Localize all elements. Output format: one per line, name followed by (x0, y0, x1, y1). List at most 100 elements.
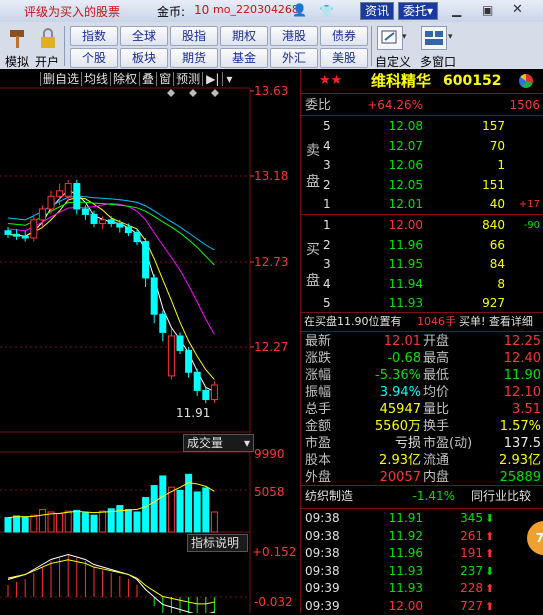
tab-hk[interactable]: 港股 (270, 26, 318, 46)
sell-level-row[interactable]: 1 12.01 40 +17 (301, 195, 543, 214)
multi-window-icon[interactable] (421, 26, 447, 50)
stat-value: -5.36% (375, 368, 421, 383)
marker-diamond (211, 89, 219, 97)
custom-icon[interactable] (377, 26, 403, 50)
stat-label: 总手 (305, 402, 332, 417)
buy-level-row[interactable]: 3 11.95 84 (301, 255, 543, 274)
candle-body (4, 230, 12, 235)
tick-volume: 191 (460, 546, 483, 560)
level-number: 2 (323, 177, 331, 192)
stat-value: 3.51 (512, 402, 541, 417)
sell-level-row[interactable]: 4 12.07 70 (301, 137, 543, 156)
buy-price: 12.00 (388, 218, 423, 232)
arrow-up-icon: ⬆ (485, 529, 495, 543)
tab-forex[interactable]: 外汇 (270, 48, 318, 68)
rating-link[interactable]: 评级为买入的股票 (24, 3, 120, 20)
candle-body (30, 219, 38, 239)
multi-window-label[interactable]: 多窗口 (420, 53, 456, 70)
sell-change: +17 (518, 199, 540, 210)
tab-funds[interactable]: 基金 (220, 48, 268, 68)
stat-label: 均价 (423, 385, 450, 400)
indicator-help-button[interactable]: 指标说明 (187, 534, 248, 552)
maximize-icon[interactable]: ▣ (482, 3, 493, 17)
tick-price: 11.92 (388, 528, 423, 543)
sector-compare-link[interactable]: 同行业比较 (471, 487, 531, 506)
stat-label: 股本 (305, 453, 332, 468)
tick-time: 09:38 (305, 546, 340, 560)
tick-volume: 345 (460, 511, 483, 525)
buy-level-row[interactable]: 4 11.94 8 (301, 275, 543, 294)
close-icon[interactable]: ✕ (512, 2, 523, 17)
tab-stocks[interactable]: 个股 (70, 48, 118, 68)
candle-body (13, 233, 21, 237)
macd-tick: -0.032 (254, 595, 293, 609)
level-number: 3 (323, 158, 331, 172)
sell-volume: 151 (482, 177, 505, 192)
sell-level-row[interactable]: 3 12.06 1 (301, 156, 543, 175)
tab-bonds[interactable]: 债券 (320, 26, 368, 46)
hammer-icon[interactable] (6, 26, 30, 50)
buy-level-row[interactable]: 5 11.93 927 (301, 294, 543, 313)
sell-level-row[interactable]: 2 12.05 151 (301, 176, 543, 195)
sector-name[interactable]: 纺织制造 (305, 487, 353, 506)
candle-body (116, 222, 124, 228)
candle-body (210, 384, 218, 400)
delegate-button[interactable]: 委托▾ (398, 2, 439, 20)
stat-label: 最低 (423, 368, 450, 383)
tick-volume: 727 (460, 598, 483, 613)
volume-selector[interactable]: 成交量 ▾ (183, 434, 254, 452)
open-account-label[interactable]: 开户 (35, 53, 59, 70)
tab-stock-index[interactable]: 股指 (170, 26, 218, 46)
stat-value: 12.40 (503, 351, 541, 366)
sector-row[interactable]: 纺织制造 -1.41% 同行业比较 (301, 487, 543, 506)
volume-bar (167, 486, 175, 533)
minimize-icon[interactable]: ▁ (452, 3, 461, 17)
pie-chart-icon[interactable] (519, 74, 533, 88)
stat-value: 1.57% (499, 419, 541, 434)
order-notice[interactable]: 在买盘11.90位置有 1046手 买单! 查看详细 (301, 313, 543, 331)
tab-us[interactable]: 美股 (320, 48, 368, 68)
tab-futures[interactable]: 期货 (170, 48, 218, 68)
tick-time: 09:38 (305, 563, 340, 578)
tab-global[interactable]: 全球 (120, 26, 168, 46)
tab-index[interactable]: 指数 (70, 26, 118, 46)
chart-pane[interactable]: 删自选 均线 除权叠窗预测 ▶| ▾ 13.63 13.18 12.73 12.27 1… (0, 69, 300, 613)
stat-label: 换手 (423, 419, 450, 434)
stat-value: 45947 (379, 402, 421, 417)
volume-bar (90, 514, 98, 533)
lock-icon[interactable] (36, 26, 60, 50)
volume-bar (124, 509, 132, 533)
custom-label[interactable]: 自定义 (375, 53, 411, 70)
tick-volume: 237 (460, 563, 483, 578)
tab-options[interactable]: 期权 (220, 26, 268, 46)
buy-price: 11.93 (388, 296, 423, 310)
volume-bar (99, 510, 107, 533)
arrow-down-icon: ⬇ (485, 564, 495, 578)
user-name[interactable]: mo_220304268 (213, 3, 299, 16)
buy-price: 11.96 (388, 237, 423, 252)
volume-bar (13, 515, 21, 533)
stat-label: 市盈 (305, 436, 332, 451)
chevron-down-icon[interactable]: ▾ (448, 32, 453, 42)
stat-value: 12.01 (383, 334, 421, 349)
notice-action[interactable]: 买单! 查看详细 (459, 313, 533, 331)
candle-body (202, 389, 210, 400)
sell-volume: 1 (497, 158, 505, 172)
volume-bar (4, 517, 12, 533)
news-button[interactable]: 资讯 (360, 2, 395, 20)
tab-sectors[interactable]: 板块 (120, 48, 168, 68)
sell-level-row[interactable]: 5 12.08 157 (301, 117, 543, 136)
chevron-down-icon[interactable]: ▾ (402, 32, 407, 42)
tshirt-icon[interactable]: 👕 (319, 4, 334, 18)
star-icon[interactable]: ★★ (319, 70, 342, 92)
buy-level-row[interactable]: 1 12.00 840 -90 (301, 216, 543, 235)
sell-volume: 40 (489, 197, 505, 211)
user-icon[interactable]: 👤 (292, 4, 307, 16)
volume-bar (47, 511, 55, 533)
volume-bar (210, 511, 218, 533)
stat-label: 内盘 (423, 470, 450, 485)
simulate-label[interactable]: 模拟 (5, 53, 29, 70)
buy-level-row[interactable]: 2 11.96 66 (301, 236, 543, 255)
level-number: 1 (323, 218, 331, 232)
level-number: 5 (323, 296, 331, 310)
